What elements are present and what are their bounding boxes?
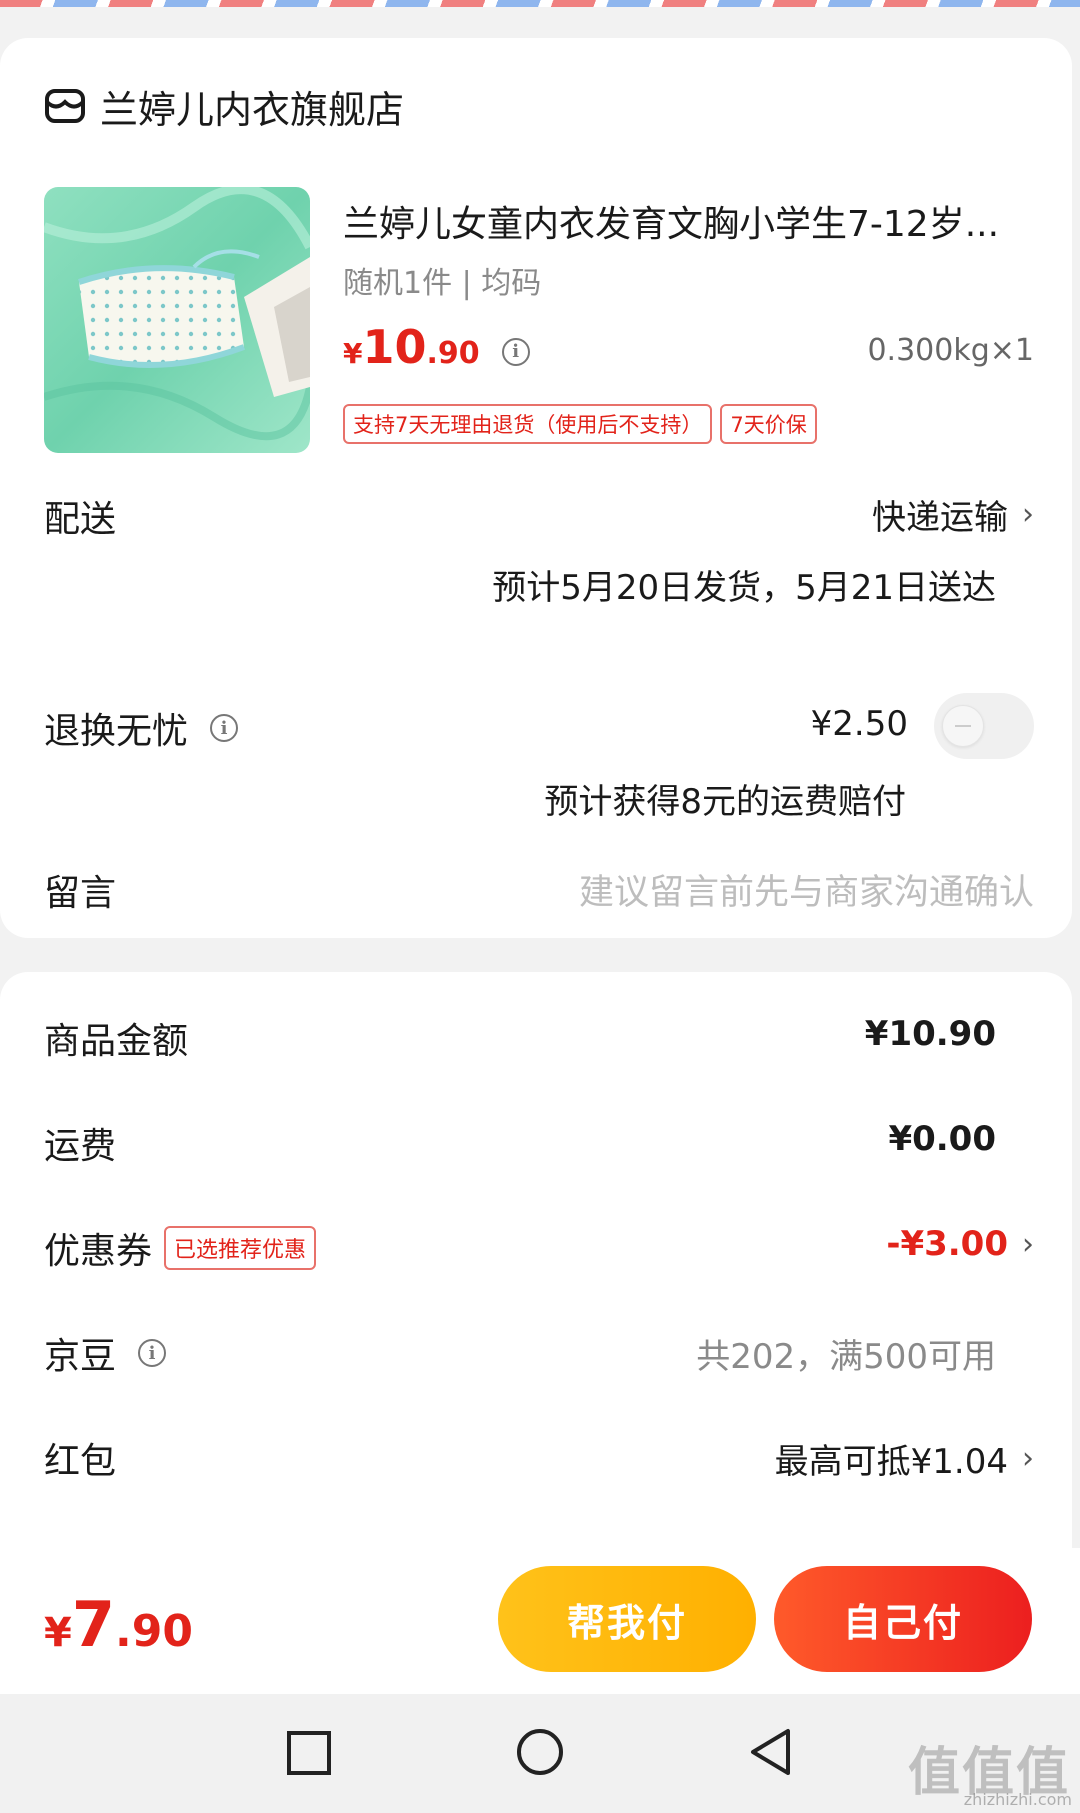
redpacket-label: 红包 bbox=[44, 1441, 117, 1482]
price-info-icon[interactable]: i bbox=[501, 337, 530, 366]
return-insurance-price: ¥2.50 bbox=[810, 704, 908, 744]
product-price: ¥ 10 .90 i bbox=[343, 320, 530, 374]
home-circle-icon[interactable] bbox=[515, 1727, 565, 1777]
product-image[interactable] bbox=[44, 187, 310, 453]
redpacket-selector[interactable]: 最高可抵¥1.04 › bbox=[775, 1434, 1034, 1483]
price-integer: 10 bbox=[362, 320, 427, 374]
delivery-label: 配送 bbox=[44, 499, 117, 540]
chevron-right-icon: › bbox=[1022, 1226, 1034, 1262]
return-policy-tag: 支持7天无理由退货（使用后不支持） bbox=[343, 404, 713, 444]
recents-square-icon[interactable] bbox=[286, 1730, 332, 1776]
price-decimal: .90 bbox=[426, 336, 480, 371]
help-pay-button[interactable]: 帮我付 bbox=[498, 1566, 756, 1672]
jingdou-info-icon[interactable]: i bbox=[138, 1339, 167, 1367]
message-label: 留言 bbox=[44, 873, 117, 914]
jingdou-value: 共202，满500可用 bbox=[696, 1337, 996, 1377]
total-currency: ¥ bbox=[44, 1610, 72, 1656]
total-decimal: .90 bbox=[114, 1606, 193, 1657]
delivery-estimate: 预计5月20日发货，5月21日送达 bbox=[492, 568, 996, 608]
delivery-method-text: 快递运输 bbox=[872, 498, 1008, 538]
self-pay-button[interactable]: 自己付 bbox=[774, 1566, 1032, 1672]
coupon-label: 优惠券 已选推荐优惠 bbox=[44, 1222, 317, 1274]
store-icon bbox=[45, 89, 85, 123]
total-integer: 7 bbox=[71, 1588, 115, 1661]
shop-name: 兰婷儿内衣旗舰店 bbox=[100, 87, 405, 132]
return-insurance-label: 退换无忧 i bbox=[44, 702, 239, 754]
goods-amount-label: 商品金额 bbox=[44, 1021, 189, 1062]
shipping-fee-value: ¥0.00 bbox=[888, 1119, 996, 1159]
coupon-selector[interactable]: -¥3.00 › bbox=[886, 1224, 1034, 1264]
goods-amount-value: ¥10.90 bbox=[864, 1014, 996, 1054]
watermark-url: zhizhizhi.com bbox=[963, 1790, 1072, 1809]
coupon-recommend-tag: 已选推荐优惠 bbox=[164, 1226, 317, 1270]
price-protect-tag: 7天价保 bbox=[720, 404, 817, 444]
return-insurance-note: 预计获得8元的运费赔付 bbox=[544, 782, 906, 822]
order-card: 兰婷儿内衣旗舰店 兰婷儿女童内衣发育文胸小学生7-12岁... 随机1件 | 均… bbox=[0, 38, 1072, 938]
chevron-right-icon: › bbox=[1022, 497, 1034, 532]
coupon-value: -¥3.00 bbox=[886, 1224, 1008, 1264]
shop-header[interactable]: 兰婷儿内衣旗舰店 bbox=[44, 78, 404, 134]
toggle-knob bbox=[942, 705, 984, 747]
return-insurance-text: 退换无忧 bbox=[44, 711, 189, 752]
back-triangle-icon[interactable] bbox=[748, 1727, 794, 1777]
return-insurance-info-icon[interactable]: i bbox=[210, 714, 239, 742]
product-spec: 随机1件 | 均码 bbox=[343, 266, 542, 301]
airmail-border bbox=[0, 0, 1080, 7]
jingdou-label: 京豆 i bbox=[44, 1327, 167, 1379]
pay-bar: ¥ 7 .90 帮我付 自己付 bbox=[0, 1548, 1080, 1694]
product-weight: 0.300kg×1 bbox=[867, 333, 1034, 368]
redpacket-value: 最高可抵¥1.04 bbox=[774, 1442, 1008, 1482]
chevron-right-icon: › bbox=[1022, 1441, 1034, 1476]
price-currency: ¥ bbox=[343, 337, 363, 370]
jingdou-label-text: 京豆 bbox=[44, 1336, 117, 1377]
coupon-label-text: 优惠券 bbox=[44, 1231, 153, 1272]
shipping-fee-label: 运费 bbox=[44, 1126, 117, 1167]
product-title[interactable]: 兰婷儿女童内衣发育文胸小学生7-12岁... bbox=[343, 195, 1033, 247]
return-insurance-toggle[interactable] bbox=[934, 693, 1034, 759]
service-tags: 支持7天无理由退货（使用后不支持） 7天价保 bbox=[343, 404, 817, 444]
message-input[interactable]: 建议留言前先与商家沟通确认 bbox=[579, 864, 1034, 915]
delivery-method[interactable]: 快递运输 › bbox=[872, 490, 1034, 539]
total-price: ¥ 7 .90 bbox=[44, 1588, 193, 1661]
